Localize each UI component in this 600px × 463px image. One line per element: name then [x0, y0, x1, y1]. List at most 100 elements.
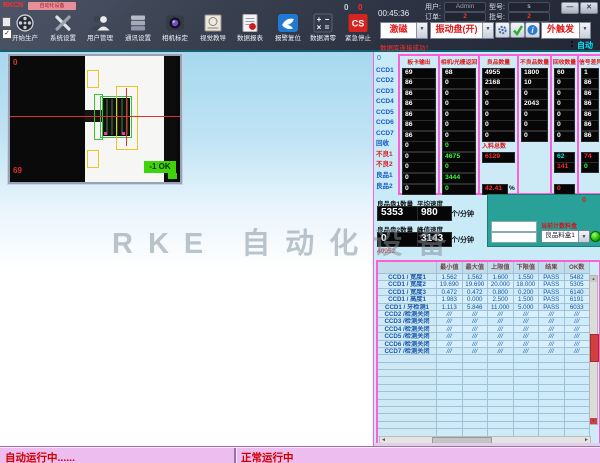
counter-black: 0	[344, 3, 348, 12]
chevron-down-icon[interactable]: ▼	[416, 23, 427, 38]
avg-speed-value: 980	[417, 206, 452, 221]
value-cell: PASS	[539, 296, 565, 303]
value-cell	[437, 414, 463, 421]
stat-value: 0	[442, 141, 476, 152]
value-cell	[565, 385, 591, 392]
settings-gear-button[interactable]	[495, 22, 510, 38]
stat-value: 86	[581, 89, 599, 100]
stat-row-label: CCD7	[376, 129, 394, 138]
stat-column-header: 良品数量	[480, 57, 517, 66]
status-bar: 自动运行中...... 正常运行中	[0, 447, 600, 463]
value-cell	[565, 407, 591, 414]
emergency-stop-button[interactable]: CS 紧急停止	[336, 13, 380, 47]
stat-column-header: 相机/光栅返回	[440, 57, 478, 66]
stat-row-label: CCD5	[376, 108, 394, 117]
stat-value: 0	[521, 110, 548, 121]
value-cell: ///	[463, 326, 489, 333]
box-select-value: 良品料盒1	[542, 231, 578, 242]
camera-counter-bottom: 69	[13, 166, 22, 175]
stat-value: 0	[442, 162, 476, 173]
value-cell	[437, 400, 463, 407]
stat-value: 0	[442, 184, 476, 195]
value-cell: 结果	[539, 262, 565, 274]
stat-value: 0	[482, 99, 515, 110]
info-button[interactable]: i	[525, 22, 540, 38]
scroll-up-icon[interactable]: ▲	[590, 276, 597, 282]
value-cell	[437, 385, 463, 392]
value-cell	[488, 407, 514, 414]
table-row: CCD3 /检测关闭//////////////////	[378, 318, 590, 325]
chevron-down-icon[interactable]: ▼	[482, 23, 493, 38]
value-cell: PASS	[539, 289, 565, 296]
row-label-cell	[378, 400, 437, 407]
stat-value: 10	[521, 78, 548, 89]
chevron-down-icon[interactable]: ▼	[578, 231, 589, 242]
confirm-button[interactable]	[510, 22, 525, 38]
value-cell	[463, 392, 489, 399]
stat-row-label: CCD1	[376, 66, 394, 75]
value-cell	[488, 414, 514, 421]
table-row: CCD2 /检测关闭//////////////////	[378, 311, 590, 318]
box-select-dropdown[interactable]: 良品料盒1 ▼	[541, 230, 590, 243]
value-cell	[437, 363, 463, 370]
table-empty-row	[378, 385, 590, 392]
scroll-down-icon[interactable]: ▼	[590, 418, 597, 424]
value-cell: ///	[514, 348, 540, 355]
stat-value: 0	[554, 131, 575, 142]
table-row: CCD1 / 高度11.9830.0002.5001.500PASS6191	[378, 296, 590, 303]
count-input-1[interactable]	[491, 221, 537, 232]
value-cell: PASS	[539, 274, 565, 281]
value-cell	[488, 385, 514, 392]
table-row: CCD1 / 牙检测11.1135.84611.0005.000PASS6033	[378, 304, 590, 311]
row-label-cell	[378, 422, 437, 429]
value-cell: 5.846	[463, 304, 489, 311]
value-cell	[565, 355, 591, 362]
value-cell: ///	[565, 333, 591, 340]
row-label-cell: CCD6 /检测关闭	[378, 341, 437, 348]
value-cell	[514, 377, 540, 384]
value-cell: OK数	[565, 262, 591, 274]
minimize-button[interactable]: —	[561, 2, 579, 14]
close-button[interactable]: ✕	[580, 2, 598, 14]
value-cell: ///	[514, 333, 540, 340]
vibration-dropdown[interactable]: 振动盘(开) ▼	[430, 22, 494, 39]
row-label-cell	[378, 370, 437, 377]
value-cell: 最大值	[463, 262, 489, 274]
stat-value: 0	[402, 141, 436, 152]
count-input-2[interactable]	[491, 232, 537, 243]
value-cell	[514, 422, 540, 429]
row-label-cell: CCD1 / 宽度3	[378, 289, 437, 296]
stat-column-header: 信号差异	[579, 57, 600, 66]
stat-value: 0	[521, 131, 548, 142]
vertical-scrollbar[interactable]: ▲ ▼	[589, 275, 598, 425]
value-cell: 19.690	[437, 281, 463, 288]
value-cell: 1.500	[514, 296, 540, 303]
scrollbar-thumb[interactable]	[590, 334, 599, 362]
stat-column-header: 回收数量	[552, 57, 577, 66]
excite-dropdown[interactable]: 激磁 ▼	[380, 22, 428, 39]
value-cell	[488, 400, 514, 407]
value-cell: 6140	[565, 289, 591, 296]
value-cell	[463, 422, 489, 429]
value-cell: 5.000	[514, 304, 540, 311]
value-cell: ///	[437, 318, 463, 325]
value-cell	[437, 407, 463, 414]
trigger-mode-dropdown[interactable]: 外触发 ▼	[541, 22, 591, 39]
result-badge-tab	[168, 173, 177, 179]
value-cell: 2.500	[488, 296, 514, 303]
stat-value: 0	[482, 131, 515, 142]
value-cell	[463, 370, 489, 377]
stat-value: 0	[442, 120, 476, 131]
stat-inline-label: 入料总数	[482, 141, 506, 150]
value-cell	[539, 414, 565, 421]
application-window: RKCN 自动化设备 — ✕ ✓ 开始生产 系统设置 用户管理 通讯设置 相机标…	[0, 0, 600, 463]
chevron-down-icon[interactable]: ▼	[579, 23, 590, 38]
value-cell	[437, 377, 463, 384]
value-cell: ///	[514, 341, 540, 348]
stat-value: 4675	[442, 152, 476, 163]
svg-text:CS: CS	[352, 19, 365, 29]
stat-row-label: CCD2	[376, 76, 394, 85]
value-cell: ///	[488, 318, 514, 325]
stat-value: 0	[442, 78, 476, 89]
stat-column-camera-return: 相机/光栅返回6800000004675034440	[438, 54, 480, 195]
